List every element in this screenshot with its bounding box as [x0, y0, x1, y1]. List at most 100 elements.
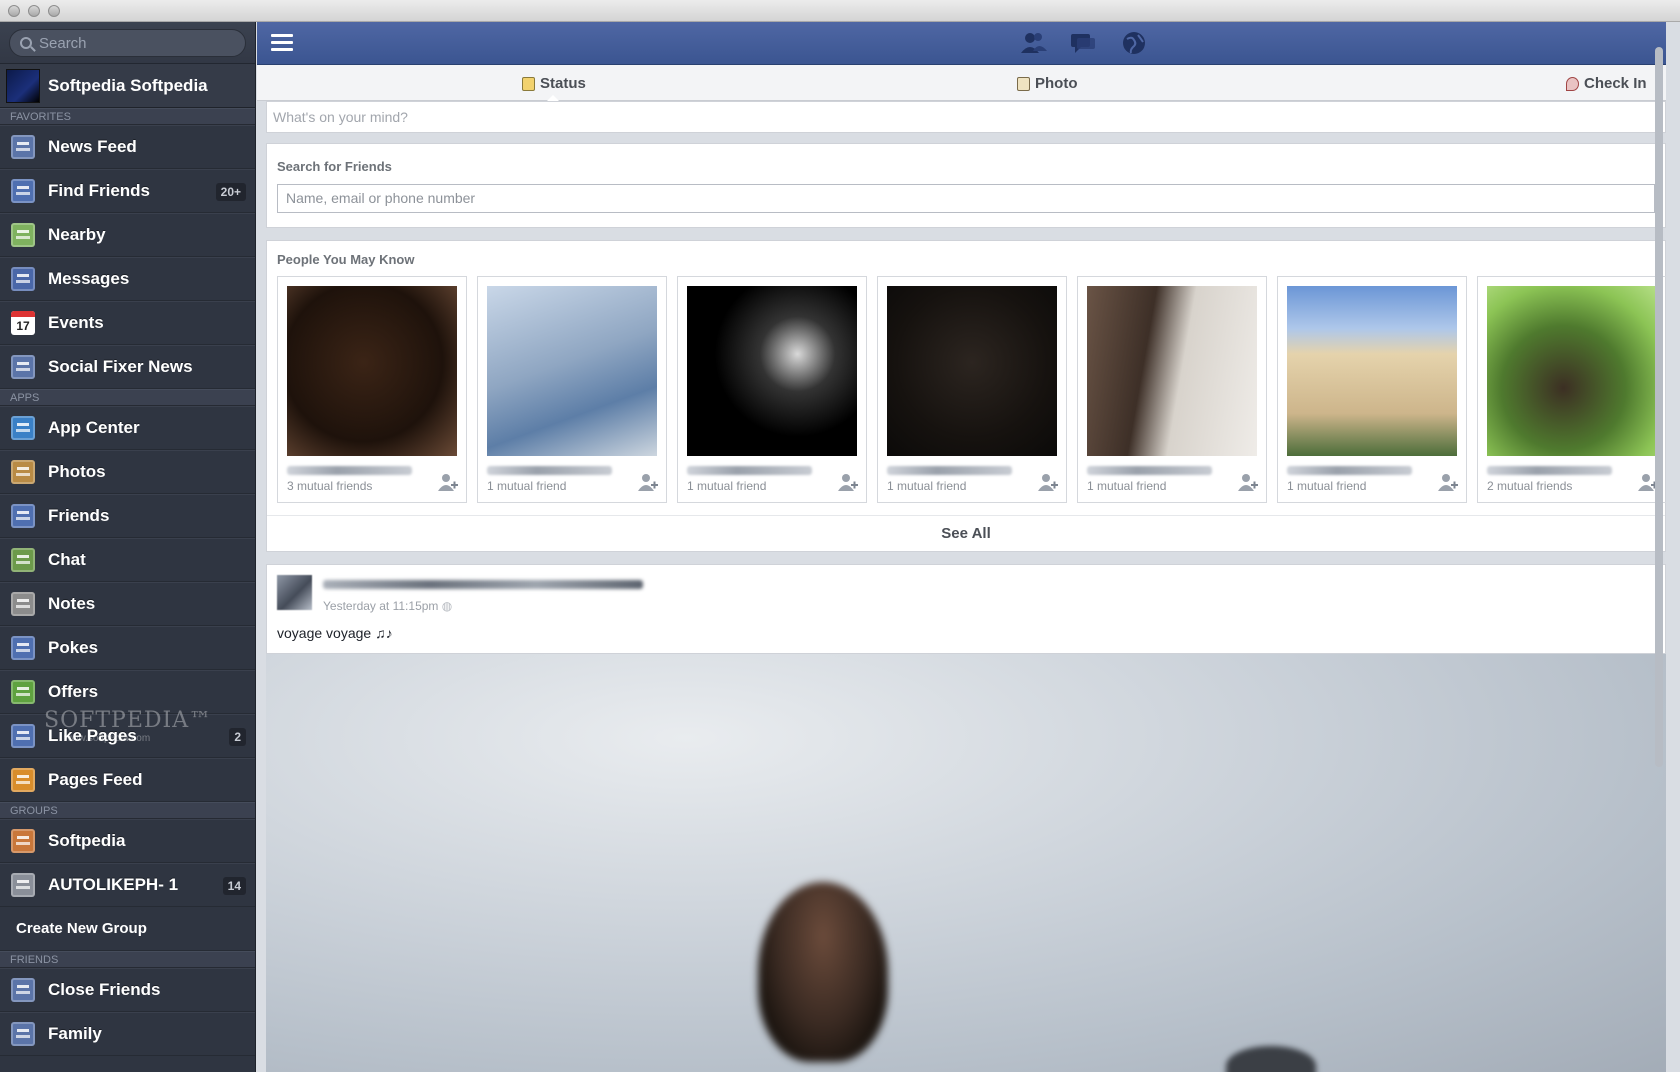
person-photo[interactable] [487, 286, 657, 456]
sidebar-search: Search [0, 22, 255, 64]
person-photo[interactable] [287, 286, 457, 456]
post-time-text: Yesterday at 11:15pm [323, 599, 439, 613]
friends-lists: Close Friends Family [0, 968, 255, 1056]
person-name-blurred[interactable] [287, 466, 412, 475]
messages-icon[interactable] [1070, 31, 1096, 55]
sidebar-item-label: Softpedia [48, 831, 126, 850]
person-card[interactable]: 2 mutual friends [1477, 276, 1666, 503]
person-photo[interactable] [887, 286, 1057, 456]
count-badge: 2 [229, 728, 246, 746]
sidebar-item-notes[interactable]: Notes [0, 582, 255, 626]
privacy-globe-icon: ◍ [441, 599, 453, 613]
person-photo[interactable] [687, 286, 857, 456]
friend-requests-icon[interactable] [1021, 31, 1047, 55]
count-badge: 14 [222, 877, 246, 895]
person-card[interactable]: 1 mutual friend [877, 276, 1067, 503]
mutual-friends-count: 3 mutual friends [287, 479, 373, 493]
main-content: Status Photo Check In What's on your min… [257, 22, 1666, 1072]
search-friends-card: Search for Friends Name, email or phone … [266, 143, 1666, 228]
zoom-window-button[interactable] [48, 5, 60, 17]
person-name-blurred[interactable] [1287, 466, 1412, 475]
person-name-blurred[interactable] [887, 466, 1012, 475]
sidebar-item-app-center[interactable]: App Center [0, 406, 255, 450]
person-photo[interactable] [1287, 286, 1457, 456]
person-card[interactable]: 3 mutual friends [277, 276, 467, 503]
people-you-may-know-title: People You May Know [277, 252, 415, 267]
person-name-blurred[interactable] [487, 466, 612, 475]
sidebar-item-messages[interactable]: Messages [0, 257, 255, 301]
person-card[interactable]: 1 mutual friend [677, 276, 867, 503]
sidebar-item-label: Close Friends [48, 980, 161, 999]
post-photo[interactable] [266, 654, 1666, 1072]
tab-status[interactable]: Status [522, 75, 586, 92]
sidebar-item-label: Find Friends [48, 181, 150, 200]
post-author-avatar[interactable] [277, 575, 312, 610]
sidebar-item-pages-feed[interactable]: Pages Feed [0, 758, 255, 802]
sidebar-item-chat[interactable]: Chat [0, 538, 255, 582]
post-photo-subject [758, 882, 888, 1062]
sidebar-group-softpedia[interactable]: Softpedia [0, 819, 255, 863]
sidebar-item-label: App Center [48, 418, 140, 437]
news-feed-icon [11, 135, 35, 159]
add-friend-icon[interactable] [638, 472, 658, 492]
sidebar-item-like-pages[interactable]: Like Pages 2 [0, 714, 255, 758]
add-friend-icon[interactable] [838, 472, 858, 492]
sidebar-item-friends[interactable]: Friends [0, 494, 255, 538]
add-friend-icon[interactable] [1238, 472, 1258, 492]
add-friend-icon[interactable] [1438, 472, 1458, 492]
person-card[interactable]: 1 mutual friend [1077, 276, 1267, 503]
post-timestamp[interactable]: Yesterday at 11:15pm ◍ [323, 599, 452, 613]
menu-hamburger-icon[interactable] [271, 34, 293, 52]
tab-check-in-label: Check In [1584, 75, 1647, 92]
sidebar-friend-list-family[interactable]: Family [0, 1012, 255, 1056]
person-card[interactable]: 1 mutual friend [1277, 276, 1467, 503]
status-tab-caret [547, 95, 559, 101]
vertical-scrollbar[interactable] [1655, 47, 1663, 767]
person-name-blurred[interactable] [1087, 466, 1212, 475]
sidebar-friend-list-close-friends[interactable]: Close Friends [0, 968, 255, 1012]
sidebar-item-events[interactable]: 17 Events [0, 301, 255, 345]
sidebar-item-label: Events [48, 313, 104, 332]
close-window-button[interactable] [8, 5, 20, 17]
sidebar-item-offers[interactable]: Offers [0, 670, 255, 714]
person-photo[interactable] [1487, 286, 1657, 456]
add-friend-icon[interactable] [1038, 472, 1058, 492]
chat-icon [11, 548, 35, 572]
tab-check-in[interactable]: Check In [1566, 75, 1647, 92]
count-badge: 20+ [215, 183, 246, 201]
person-name-blurred[interactable] [1487, 466, 1612, 475]
friend-search-input[interactable]: Name, email or phone number [277, 184, 1655, 213]
sidebar-item-photos[interactable]: Photos [0, 450, 255, 494]
window-titlebar [0, 0, 1680, 22]
sidebar-group-autolikeph-1[interactable]: AUTOLIKEPH- 1 14 [0, 863, 255, 907]
add-friend-icon[interactable] [438, 472, 458, 492]
sidebar-item-find-friends[interactable]: Find Friends 20+ [0, 169, 255, 213]
profile-item[interactable]: Softpedia Softpedia [0, 64, 255, 108]
status-input[interactable]: What's on your mind? [266, 101, 1666, 133]
list-icon [11, 1022, 35, 1046]
pages-feed-icon [11, 768, 35, 792]
sidebar-item-label: Pokes [48, 638, 99, 657]
person-photo[interactable] [1087, 286, 1257, 456]
sidebar-item-label: Chat [48, 550, 86, 569]
sidebar-item-label: News Feed [48, 137, 137, 156]
favorites-header: FAVORITES [0, 108, 255, 125]
sidebar-item-nearby[interactable]: Nearby [0, 213, 255, 257]
notifications-globe-icon[interactable] [1121, 31, 1147, 55]
sidebar-item-label: Friends [48, 506, 110, 525]
create-new-group-link[interactable]: Create New Group [0, 907, 255, 951]
top-bar [257, 22, 1666, 65]
sidebar-item-pokes[interactable]: Pokes [0, 626, 255, 670]
post-author-name-blurred[interactable] [323, 580, 643, 589]
person-name-blurred[interactable] [687, 466, 812, 475]
person-card[interactable]: 1 mutual friend [477, 276, 667, 503]
sidebar-item-social-fixer-news[interactable]: Social Fixer News [0, 345, 255, 389]
search-friends-title: Search for Friends [277, 159, 392, 174]
tab-photo[interactable]: Photo [1017, 75, 1078, 92]
apps-header: APPS [0, 389, 255, 406]
search-input[interactable]: Search [9, 29, 246, 57]
see-all-button[interactable]: See All [267, 515, 1665, 551]
minimize-window-button[interactable] [28, 5, 40, 17]
sidebar-item-news-feed[interactable]: News Feed [0, 125, 255, 169]
search-placeholder: Search [39, 34, 87, 52]
